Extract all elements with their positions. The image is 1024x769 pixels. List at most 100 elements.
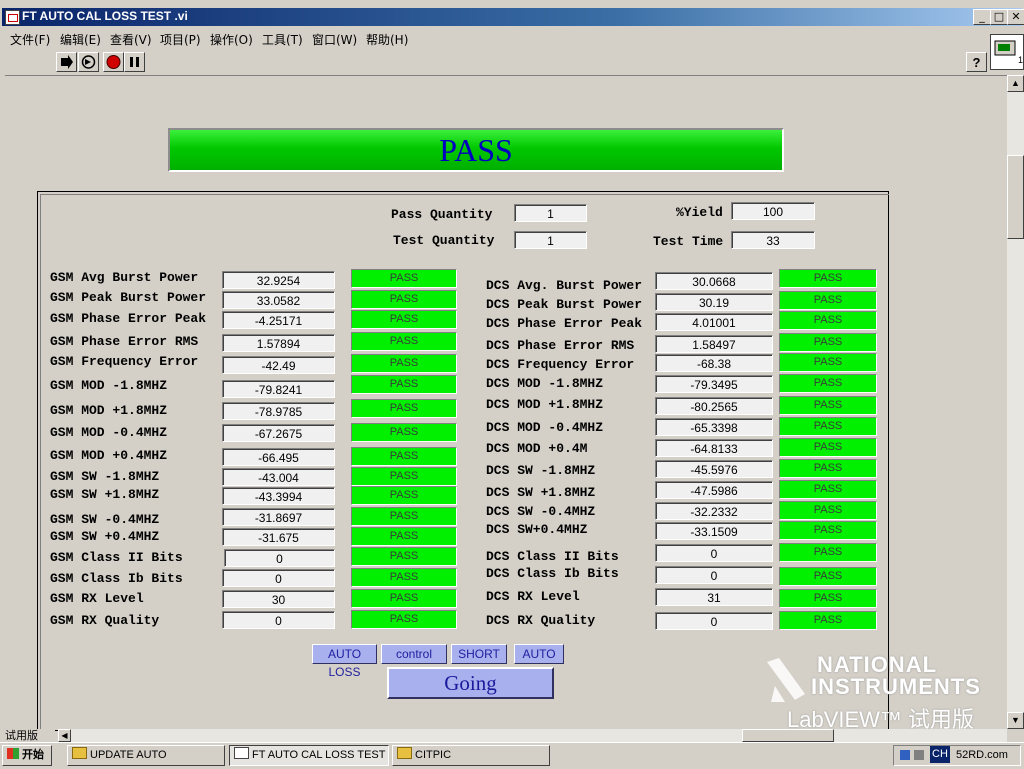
gsm-sw-plus-0-4-label: GSM SW +0.4MHZ (50, 529, 160, 544)
gsm-mod-minus-1-8-status: PASS (351, 375, 457, 394)
dcs-phase-error-peak-value: 4.01001 (655, 313, 773, 331)
dcs-peak-burst-power-status: PASS (779, 291, 877, 310)
auto-button[interactable]: AUTO (514, 644, 564, 664)
vertical-scroll-thumb[interactable] (1007, 155, 1024, 239)
gsm-phase-error-peak-label: GSM Phase Error Peak (50, 311, 207, 326)
gsm-avg-burst-power-label: GSM Avg Burst Power (50, 270, 199, 285)
run-button[interactable] (56, 52, 77, 72)
abort-button[interactable] (103, 52, 124, 72)
national-instruments-logo: NATIONAL INSTRUMENTS LabVIEW™ 试用版 (765, 652, 985, 732)
gsm-peak-burst-power-label: GSM Peak Burst Power (50, 290, 207, 305)
gsm-mod-plus-1-8-status: PASS (351, 399, 457, 418)
gsm-sw-plus-1-8-label: GSM SW +1.8MHZ (50, 487, 160, 502)
task-update-auto-label: UPDATE AUTO (90, 749, 167, 761)
minimize-button[interactable]: _ (973, 9, 991, 25)
dcs-class-ib-bits-value: 0 (655, 566, 773, 584)
start-button[interactable]: 开始 (2, 745, 52, 766)
restore-button[interactable]: □ (990, 9, 1008, 25)
context-help-button[interactable]: ? (966, 52, 987, 72)
task-citpic[interactable]: CITPIC (392, 745, 550, 766)
gsm-sw-plus-1-8-value: -43.3994 (222, 487, 335, 505)
vi-app-icon[interactable] (5, 10, 20, 25)
folder-icon (397, 747, 412, 759)
svg-text:1: 1 (1018, 55, 1023, 65)
menu-tools[interactable]: 工具(T) (262, 31, 303, 48)
dcs-sw-plus-0-4-value: -33.1509 (655, 522, 773, 540)
gsm-avg-burst-power-status: PASS (351, 269, 457, 288)
dcs-class-ib-bits-label: DCS Class Ib Bits (486, 566, 619, 581)
menu-edit[interactable]: 编辑(E) (60, 31, 101, 48)
gsm-phase-error-rms-value: 1.57894 (222, 334, 335, 352)
gsm-class-ii-bits-status: PASS (351, 547, 457, 566)
stop-icon (106, 55, 121, 69)
tray-site-label: 52RD.com (956, 749, 1008, 761)
dcs-sw-minus-1-8-value: -45.5976 (655, 460, 773, 478)
dcs-frequency-error-status: PASS (779, 353, 877, 372)
run-continuously-button[interactable] (78, 52, 99, 72)
vertical-scrollbar[interactable]: ▲ ▼ (1007, 75, 1024, 729)
auto-loss-button[interactable]: AUTO LOSS (312, 644, 377, 679)
svg-text:?: ? (973, 55, 981, 70)
menu-view[interactable]: 查看(V) (110, 31, 152, 48)
gsm-frequency-error-value: -42.49 (222, 356, 335, 374)
horizontal-scroll-thumb[interactable] (742, 729, 834, 742)
dcs-class-ii-bits-value: 0 (655, 544, 773, 562)
ni-eagle-icon (767, 658, 805, 702)
window-title: FT AUTO CAL LOSS TEST .vi (22, 9, 188, 23)
close-button[interactable]: ✕ (1007, 9, 1024, 25)
gsm-mod-plus-0-4-status: PASS (351, 447, 457, 466)
menu-file[interactable]: 文件(F) (10, 31, 50, 48)
gsm-sw-plus-0-4-value: -31.675 (222, 528, 335, 546)
scroll-down-arrow-icon[interactable]: ▼ (1007, 712, 1024, 729)
test-time-label: Test Time (653, 234, 724, 249)
dcs-mod-minus-0-4-value: -65.3398 (655, 418, 773, 436)
dcs-rx-quality-status: PASS (779, 611, 877, 630)
pass-quantity-label: Pass Quantity (391, 207, 493, 222)
menu-window[interactable]: 窗口(W) (312, 31, 357, 48)
gsm-class-ii-bits-value: 0 (224, 549, 335, 567)
run-continuously-icon (81, 55, 96, 69)
gsm-class-ib-bits-status: PASS (351, 568, 457, 587)
gsm-class-ib-bits-value: 0 (222, 569, 335, 587)
vi-icon[interactable]: 1 (990, 34, 1024, 70)
horizontal-scrollbar[interactable]: ◀ (58, 729, 1007, 742)
dcs-phase-error-rms-status: PASS (779, 333, 877, 352)
control-button[interactable]: control (381, 644, 447, 664)
language-indicator[interactable]: CH (930, 746, 950, 763)
going-button[interactable]: Going (387, 667, 554, 699)
gsm-mod-plus-1-8-value: -78.9785 (222, 402, 335, 420)
pass-quantity-value: 1 (514, 204, 587, 222)
gsm-rx-quality-status: PASS (351, 610, 457, 629)
task-ft-auto-cal-label: FT AUTO CAL LOSS TEST .vi (252, 749, 389, 761)
task-update-auto[interactable]: UPDATE AUTO (67, 745, 225, 766)
title-bar: FT AUTO CAL LOSS TEST .vi _ □ ✕ (0, 0, 1024, 28)
gsm-mod-plus-0-4-label: GSM MOD +0.4MHZ (50, 448, 168, 463)
menu-operate[interactable]: 操作(O) (210, 31, 253, 48)
gsm-sw-minus-0-4-value: -31.8697 (222, 508, 335, 526)
system-tray: CH 52RD.com (893, 745, 1021, 766)
dcs-rx-level-value: 31 (655, 588, 773, 606)
gsm-sw-minus-0-4-label: GSM SW -0.4MHZ (50, 512, 160, 527)
trial-status-tab: 试用版 (5, 729, 55, 742)
dcs-sw-minus-0-4-label: DCS SW -0.4MHZ (486, 504, 596, 519)
menu-project[interactable]: 项目(P) (160, 31, 201, 48)
scroll-up-arrow-icon[interactable]: ▲ (1007, 75, 1024, 92)
task-ft-auto-cal[interactable]: FT AUTO CAL LOSS TEST .vi (229, 745, 389, 766)
test-quantity-value: 1 (514, 231, 587, 249)
dcs-sw-minus-1-8-status: PASS (779, 459, 877, 478)
gsm-peak-burst-power-status: PASS (351, 290, 457, 309)
network-icon[interactable] (900, 750, 910, 760)
pause-button[interactable] (124, 52, 145, 72)
menu-help[interactable]: 帮助(H) (366, 31, 408, 48)
test-quantity-label: Test Quantity (393, 233, 495, 248)
menu-bar: 文件(F) 编辑(E) 查看(V) 项目(P) 操作(O) 工具(T) 窗口(W… (0, 28, 1024, 48)
gsm-phase-error-rms-status: PASS (351, 332, 457, 351)
gsm-mod-minus-1-8-value: -79.8241 (222, 380, 335, 398)
scroll-left-arrow-icon[interactable]: ◀ (58, 729, 71, 742)
short-button[interactable]: SHORT (451, 644, 507, 664)
gsm-rx-level-label: GSM RX Level (50, 591, 144, 606)
volume-icon[interactable] (914, 750, 924, 760)
windows-logo-icon (7, 748, 19, 759)
dcs-class-ii-bits-status: PASS (779, 543, 877, 562)
gsm-sw-minus-1-8-status: PASS (351, 467, 457, 486)
